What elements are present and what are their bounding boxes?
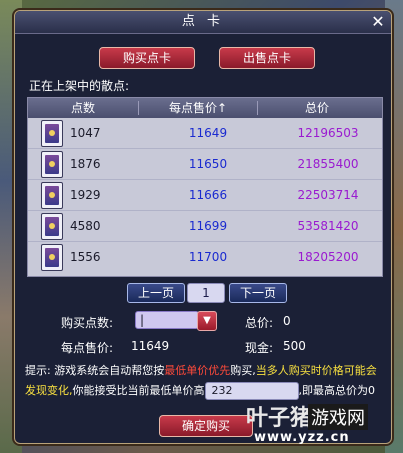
row-unit-price: 11649 [188,126,228,140]
listing-section-label: 正在上架中的散点: [29,79,130,93]
table-row[interactable]: 1876 11650 21855400 [28,149,382,180]
confirm-purchase-button[interactable]: 确定购买 [159,415,253,437]
row-unit-price: 11700 [188,250,228,264]
close-icon[interactable]: ✕ [369,13,387,31]
sell-card-tab-button[interactable]: 出售点卡 [219,47,315,69]
tips-highlight-red: 最低单价优先 [164,364,231,377]
table-row[interactable]: 1929 11666 22503714 [28,180,382,211]
row-total: 22503714 [297,188,359,202]
tips-text-3: 你能接受比当前最低单价高 [72,384,205,397]
unit-price-label: 每点售价: [61,341,114,355]
unit-price-value: 11649 [131,339,170,353]
table-row[interactable]: 1047 11649 12196503 [28,118,382,149]
point-card-icon [41,182,63,209]
point-card-window: 点 卡 ✕ 购买点卡 出售点卡 正在上架中的散点: 点数 每点售价↑ 总价 10… [14,10,392,444]
buy-points-label: 购买点数: [61,316,114,330]
row-points: 1556 [70,250,101,264]
row-points: 1929 [70,188,101,202]
point-card-icon [41,213,63,240]
tips-text: 提示: 游戏系统会自动帮您按最低单价优先购买,当多人购买时价格可能会发现变化,你… [25,361,377,401]
buy-card-tab-button[interactable]: 购买点卡 [99,47,195,69]
watermark-tag: 游戏网 [308,404,368,430]
tips-text-2: 购买, [230,364,256,377]
watermark-logo: 叶子猪 游戏网 www.yzz.cn [246,400,396,450]
row-unit-price: 11650 [188,157,228,171]
row-points: 4580 [70,219,101,233]
tips-text-4: ,即最高总价为 [298,384,369,397]
row-unit-price: 11666 [188,188,228,202]
tips-prefix: 提示: [25,364,55,377]
row-total: 12196503 [297,126,359,140]
total-price-label: 总价: [245,316,274,330]
table-header: 点数 每点售价↑ 总价 [28,98,382,118]
window-title: 点 卡 [15,11,391,34]
header-points[interactable]: 点数 [28,98,138,118]
chevron-down-icon[interactable]: ▼ [197,311,217,331]
row-points: 1047 [70,126,101,140]
table-row[interactable]: 4580 11699 53581420 [28,211,382,242]
row-points: 1876 [70,157,101,171]
watermark-brand: 叶子猪 [246,406,313,431]
watermark-url: www.yzz.cn [254,430,350,445]
point-card-icon [41,151,63,178]
prev-page-button[interactable]: 上一页 [127,283,185,303]
listing-table: 点数 每点售价↑ 总价 1047 11649 12196503 1876 116… [27,97,383,277]
row-total: 21855400 [297,157,359,171]
next-page-button[interactable]: 下一页 [229,283,287,303]
table-row[interactable]: 1556 11700 18205200 [28,242,382,272]
tips-text-1: 游戏系统会自动帮您按 [54,364,165,377]
point-card-icon [41,120,63,147]
cash-label: 现金: [245,341,274,355]
buy-points-input[interactable]: | [135,311,199,329]
header-unit-price-sort[interactable]: 每点售价↑ [139,98,257,118]
page-number[interactable]: 1 [187,283,225,303]
max-price-input[interactable]: 232 [204,382,299,400]
row-total: 18205200 [297,250,359,264]
row-unit-price: 11699 [188,219,228,233]
cash-value: 500 [283,339,306,353]
point-card-icon [41,244,63,271]
total-price-value: 0 [283,314,291,328]
tips-max-total: 0 [368,384,375,397]
row-total: 53581420 [297,219,359,233]
header-total[interactable]: 总价 [258,98,376,118]
